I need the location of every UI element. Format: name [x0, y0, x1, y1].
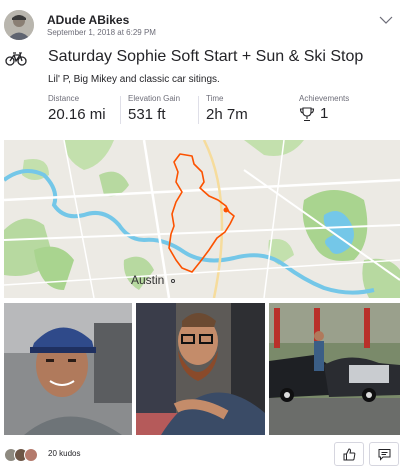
stat-time: Time 2h 7m [206, 94, 248, 128]
stat-elevation: Elevation Gain 531 ft [128, 94, 180, 128]
city-marker-icon [171, 279, 175, 283]
photo-bearded-man-glasses[interactable] [136, 303, 265, 435]
stat-value: 2h 7m [206, 106, 248, 123]
stat-value: 20.16 mi [48, 106, 106, 123]
activity-date: September 1, 2018 at 6:29 PM [47, 28, 156, 37]
thumbs-up-icon [343, 447, 355, 460]
trophy-icon [299, 106, 315, 121]
stat-achievements[interactable]: Achievements 1 [299, 94, 349, 128]
activity-title[interactable]: Saturday Sophie Soft Start + Sun & Ski S… [48, 48, 363, 66]
activity-description: Lil' P, Big Mikey and classic car siting… [48, 74, 220, 85]
photo-classic-cars[interactable] [269, 303, 400, 435]
stat-label: Distance [48, 94, 80, 103]
stat-value: 531 ft [128, 106, 166, 123]
stat-label: Achievements [299, 94, 350, 103]
activity-header: ADude ABikes September 1, 2018 at 6:29 P… [0, 0, 401, 44]
stat-divider [198, 96, 199, 124]
stats-row: Distance 20.16 mi Elevation Gain 531 ft … [48, 94, 398, 128]
comment-button[interactable] [369, 442, 399, 466]
map-city-label: Austin [131, 273, 165, 287]
route-map[interactable]: Austin [4, 140, 400, 298]
avatar [24, 448, 38, 462]
comment-icon [378, 448, 390, 461]
stat-distance: Distance 20.16 mi [48, 94, 106, 128]
chevron-down-icon[interactable] [379, 15, 393, 25]
activity-footer: 20 kudos [0, 440, 401, 474]
activity-card: ADude ABikes September 1, 2018 at 6:29 P… [0, 0, 401, 474]
stat-divider [120, 96, 121, 124]
stat-value: 1 [320, 105, 329, 122]
photo-young-man-cap[interactable] [4, 303, 132, 435]
bike-icon [5, 52, 27, 66]
give-kudos-button[interactable] [334, 442, 364, 466]
athlete-name[interactable]: ADude ABikes [47, 13, 129, 27]
stat-label: Elevation Gain [128, 94, 181, 103]
kudos-count[interactable]: 20 kudos [48, 449, 80, 458]
stat-label: Time [206, 94, 224, 103]
kudos-avatars[interactable] [4, 448, 44, 462]
athlete-avatar[interactable] [4, 10, 34, 40]
